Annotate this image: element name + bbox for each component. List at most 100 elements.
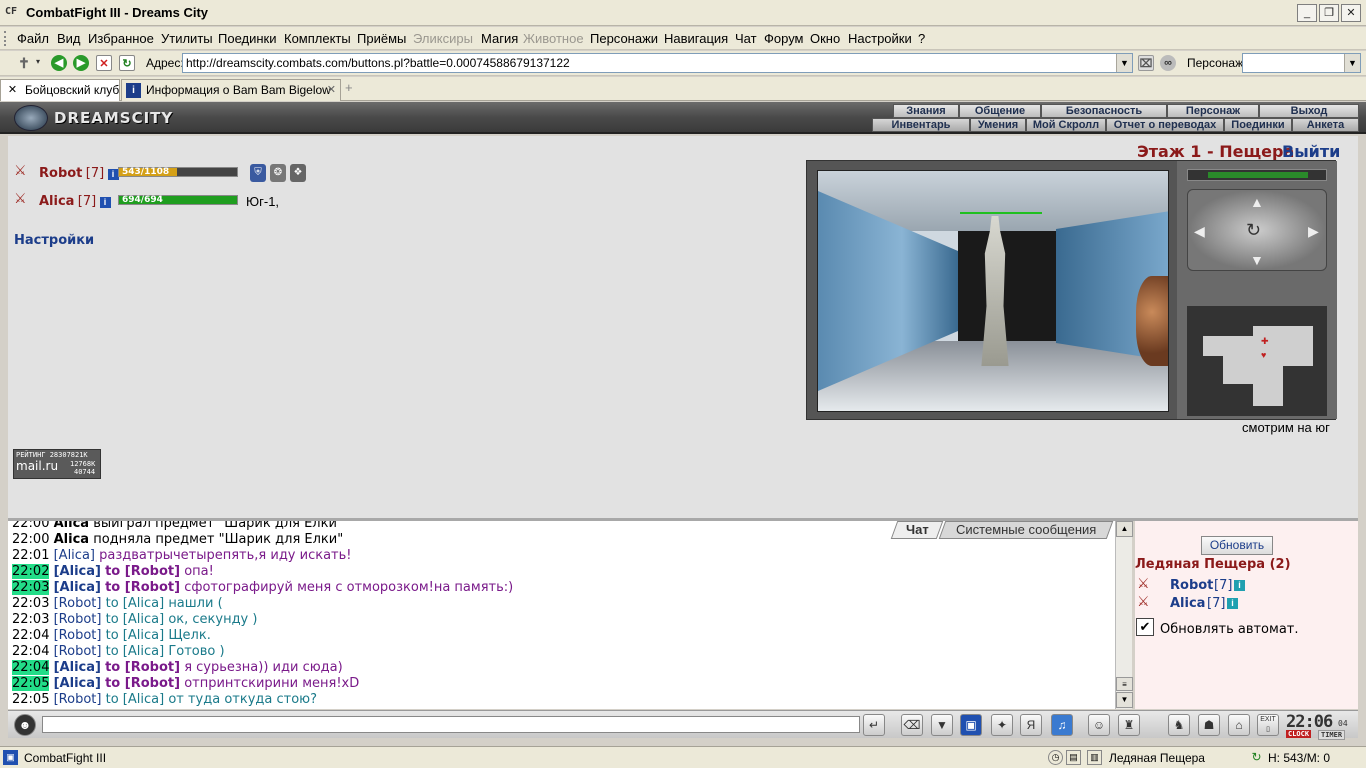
chat-recipient[interactable]: to [Robot] bbox=[105, 564, 180, 579]
chat-sender[interactable]: [Robot] bbox=[54, 612, 102, 627]
nav-profile[interactable]: Анкета bbox=[1292, 118, 1359, 132]
nav-my-scroll[interactable]: Мой Скролл bbox=[1026, 118, 1106, 132]
send-icon[interactable]: ↵ bbox=[863, 714, 885, 736]
nav-fights[interactable]: Поединки bbox=[1224, 118, 1292, 132]
mask-icon[interactable]: ☗ bbox=[1198, 714, 1220, 736]
info-icon[interactable]: i bbox=[99, 197, 111, 208]
monster-figure[interactable] bbox=[1136, 276, 1168, 366]
close-tab-icon[interactable]: ✕ bbox=[327, 83, 336, 96]
nav-communication[interactable]: Общение bbox=[959, 104, 1041, 118]
chat-input[interactable] bbox=[42, 716, 860, 733]
settings-link[interactable]: Настройки bbox=[14, 233, 94, 248]
persona-select[interactable]: ▼ bbox=[1242, 53, 1361, 73]
clan-chat-icon[interactable]: ♜ bbox=[1118, 714, 1140, 736]
arrow-down-icon[interactable]: ▼ bbox=[1250, 252, 1264, 268]
auto-refresh-checkbox[interactable]: ✔ bbox=[1136, 618, 1154, 636]
scroll-down-icon[interactable]: ▼ bbox=[1116, 692, 1133, 708]
new-tab-icon[interactable]: + bbox=[345, 80, 353, 95]
menu-file[interactable]: Файл bbox=[17, 31, 49, 46]
toolbar-grip[interactable] bbox=[4, 31, 7, 46]
scroll-thumb[interactable]: ≡ bbox=[1116, 677, 1133, 691]
exit-icon[interactable]: EXIT ▯ bbox=[1257, 714, 1279, 736]
chat-sender[interactable]: [Robot] bbox=[54, 644, 102, 659]
menu-magic[interactable]: Магия bbox=[481, 31, 518, 46]
arrow-up-icon[interactable]: ▲ bbox=[1250, 194, 1264, 210]
player-name[interactable]: Alica bbox=[39, 194, 74, 209]
chevron-down-icon[interactable]: ▼ bbox=[1116, 54, 1132, 72]
close-button[interactable]: ✕ bbox=[1341, 4, 1361, 22]
chat-time[interactable]: 22:00 bbox=[12, 532, 49, 547]
menu-fights[interactable]: Поединки bbox=[218, 31, 277, 46]
chat-sender[interactable]: [Alica] bbox=[54, 564, 101, 579]
nav-inventory[interactable]: Инвентарь bbox=[872, 118, 970, 132]
save-log-icon[interactable]: ▣ bbox=[960, 714, 982, 736]
arrow-left-icon[interactable]: ◀ bbox=[1194, 223, 1205, 240]
timer-tab[interactable]: TIMER bbox=[1318, 730, 1346, 740]
chat-sender[interactable]: [Alica] bbox=[54, 676, 101, 691]
menu-chat[interactable]: Чат bbox=[735, 31, 757, 46]
chat-time[interactable]: 22:04 bbox=[12, 644, 49, 659]
menu-navigation[interactable]: Навигация bbox=[664, 31, 728, 46]
player-name-line[interactable]: Robot [7] i bbox=[39, 166, 119, 181]
chat-sender[interactable]: [Alica] bbox=[54, 548, 95, 563]
player-name-line[interactable]: Alica [7] i bbox=[39, 194, 111, 209]
pin-icon[interactable]: ✝ bbox=[16, 55, 32, 71]
bag-icon[interactable]: ♞ bbox=[1168, 714, 1190, 736]
chat-time[interactable]: 22:05 bbox=[12, 676, 50, 691]
chat-scrollbar[interactable]: ▲ ≡ ▼ bbox=[1115, 521, 1133, 709]
tab-system-messages[interactable]: Системные сообщения bbox=[938, 521, 1114, 539]
tab-info[interactable]: i Информация о Bam Bam Bigelow ✕ bbox=[121, 79, 341, 101]
dungeon-view[interactable] bbox=[817, 170, 1169, 412]
room-player-name[interactable]: Alica bbox=[1170, 596, 1205, 611]
menu-settings[interactable]: Настройки bbox=[848, 31, 912, 46]
chat-time[interactable]: 22:01 bbox=[12, 548, 49, 563]
chat-recipient[interactable]: to [Alica] bbox=[106, 628, 165, 643]
chat-time[interactable]: 22:03 bbox=[12, 612, 49, 627]
rating-counter[interactable]: РЕЙТИНГ 28307821К mail.ru 12768К 40744 bbox=[13, 449, 101, 479]
chat-time[interactable]: 22:02 bbox=[12, 564, 50, 579]
refresh-icon[interactable]: ↻ bbox=[119, 55, 135, 71]
music-icon[interactable]: ♫ bbox=[1051, 714, 1073, 736]
chat-recipient[interactable]: to [Robot] bbox=[105, 580, 180, 595]
chat-recipient[interactable]: to [Alica] bbox=[106, 644, 165, 659]
chat-recipient[interactable]: to [Alica] bbox=[106, 596, 165, 611]
chat-sender[interactable]: [Robot] bbox=[54, 596, 102, 611]
menu-forum[interactable]: Форум bbox=[764, 31, 804, 46]
chat-recipient[interactable]: to [Robot] bbox=[105, 660, 180, 675]
info-icon[interactable]: i bbox=[1234, 580, 1245, 591]
filter-icon[interactable]: ▼ bbox=[931, 714, 953, 736]
chat-sender[interactable]: Alica bbox=[54, 532, 89, 547]
glasses-icon[interactable]: ∞ bbox=[1160, 55, 1176, 71]
translit-icon[interactable]: Я bbox=[1020, 714, 1042, 736]
menu-kits[interactable]: Комплекты bbox=[284, 31, 351, 46]
rank-badge-icon[interactable]: ❂ bbox=[270, 164, 286, 182]
chat-time[interactable]: 22:05 bbox=[12, 692, 49, 707]
history-icon[interactable]: ◷ bbox=[1048, 750, 1063, 765]
arrow-right-icon[interactable]: ▶ bbox=[1308, 223, 1319, 240]
menu-help[interactable]: ? bbox=[918, 31, 925, 46]
chat-time[interactable]: 22:04 bbox=[12, 660, 50, 675]
chat-sender[interactable]: [Robot] bbox=[54, 692, 102, 707]
info-icon[interactable]: i bbox=[1227, 598, 1238, 609]
medal-badge-icon[interactable]: ❖ bbox=[290, 164, 306, 182]
chat-time[interactable]: 22:04 bbox=[12, 628, 49, 643]
pin-dropdown-icon[interactable]: ▾ bbox=[36, 57, 40, 66]
stop-icon[interactable]: ✕ bbox=[96, 55, 112, 71]
nav-knowledge[interactable]: Знания bbox=[893, 104, 959, 118]
player-name[interactable]: Robot bbox=[39, 166, 82, 181]
chat-sender[interactable]: [Alica] bbox=[54, 580, 101, 595]
nav-exit[interactable]: Выход bbox=[1259, 104, 1359, 118]
menu-characters[interactable]: Персонажи bbox=[590, 31, 658, 46]
nav-skills[interactable]: Умения bbox=[970, 118, 1026, 132]
chat-recipient[interactable]: to [Robot] bbox=[105, 676, 180, 691]
chevron-down-icon[interactable]: ▼ bbox=[1344, 54, 1360, 72]
chat-recipient[interactable]: to [Alica] bbox=[106, 692, 165, 707]
chat-time[interactable]: 22:03 bbox=[12, 580, 50, 595]
menu-utilities[interactable]: Утилиты bbox=[161, 31, 213, 46]
scroll-up-icon[interactable]: ▲ bbox=[1116, 521, 1133, 537]
nav-character[interactable]: Персонаж bbox=[1167, 104, 1259, 118]
refresh-icon[interactable]: ↻ bbox=[1249, 750, 1264, 765]
menu-techniques[interactable]: Приёмы bbox=[357, 31, 406, 46]
info-icon[interactable]: i bbox=[107, 169, 119, 180]
forward-icon[interactable]: ▶ bbox=[73, 55, 89, 71]
